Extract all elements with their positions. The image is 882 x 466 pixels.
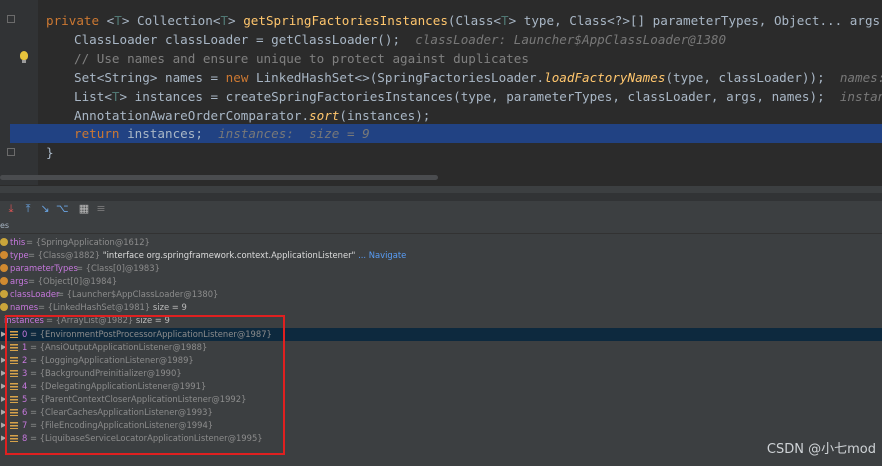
variable-row[interactable]: classLoader = {Launcher$AppClassLoader@1…: [0, 288, 882, 301]
code-line-3[interactable]: // Use names and ensure unique to protec…: [74, 49, 529, 68]
table-icon[interactable]: ▦: [78, 203, 90, 215]
list-item[interactable]: ▶ 3 = {BackgroundPreinitializer@1990}: [0, 367, 882, 380]
expand-arrow-icon[interactable]: ▶: [1, 393, 6, 406]
expand-arrow-icon[interactable]: ▶: [1, 432, 6, 445]
list-item[interactable]: ▶ 6 = {ClearCachesApplicationListener@19…: [0, 406, 882, 419]
code-editor[interactable]: private <T> Collection<T> getSpringFacto…: [0, 0, 882, 185]
field-icon: [10, 370, 18, 377]
variables-tab-label[interactable]: es: [0, 221, 882, 234]
debugger-toolbar: ⤓ ⤒ ↘ ⌥ ▦ ≡: [0, 201, 882, 219]
run-to-cursor-icon[interactable]: ↘: [39, 203, 51, 215]
expand-arrow-icon[interactable]: ▶: [1, 380, 6, 393]
variable-row[interactable]: parameterTypes = {Class[0]@1983}: [0, 262, 882, 275]
field-icon: [10, 409, 18, 416]
parameter-icon: [0, 264, 8, 272]
field-icon: [10, 396, 18, 403]
field-icon: [10, 331, 18, 338]
list-icon[interactable]: ≡: [95, 203, 107, 215]
navigate-link[interactable]: ... Navigate: [358, 250, 406, 260]
code-line-8[interactable]: }: [46, 143, 54, 162]
field-icon: [10, 383, 18, 390]
code-line-4[interactable]: Set<String> names = new LinkedHashSet<>(…: [74, 68, 882, 87]
inline-debug-hint: instances: [839, 89, 882, 104]
list-item[interactable]: ▶ 7 = {FileEncodingApplicationListener@1…: [0, 419, 882, 432]
field-icon: [10, 422, 18, 429]
list-item[interactable]: ▶ 0 = {EnvironmentPostProcessorApplicati…: [0, 328, 882, 341]
fold-end-icon[interactable]: [7, 148, 15, 156]
variable-row[interactable]: args = {Object[0]@1984}: [0, 275, 882, 288]
field-icon: [10, 357, 18, 364]
expand-arrow-icon[interactable]: ▶: [1, 354, 6, 367]
list-item[interactable]: ▶ 2 = {LoggingApplicationListener@1989}: [0, 354, 882, 367]
expand-arrow-icon[interactable]: ▶: [1, 406, 6, 419]
step-out-icon[interactable]: ⤓: [5, 203, 17, 215]
inline-debug-hint: classLoader: Launcher$AppClassLoader@138…: [415, 32, 727, 47]
expand-arrow-icon[interactable]: ▶: [1, 341, 6, 354]
field-icon: [10, 435, 18, 442]
inline-debug-hint: instances: size = 9: [218, 126, 370, 141]
list-item[interactable]: ▶ 5 = {ParentContextCloserApplicationLis…: [0, 393, 882, 406]
expand-arrow-icon[interactable]: ▶: [1, 419, 6, 432]
code-line-5[interactable]: List<T> instances = createSpringFactorie…: [74, 87, 882, 106]
expand-arrow-icon[interactable]: ▶: [1, 367, 6, 380]
list-item[interactable]: ▶ 8 = {LiquibaseServiceLocatorApplicatio…: [0, 432, 882, 445]
editor-gutter: [0, 0, 38, 185]
variable-icon: [0, 303, 8, 311]
inline-debug-hint: names: s: [839, 70, 882, 85]
panel-splitter[interactable]: [0, 193, 882, 201]
debugger-panel: ⤓ ⤒ ↘ ⌥ ▦ ≡ es this = {SpringApplication…: [0, 185, 882, 466]
expand-arrow-icon[interactable]: ▶: [1, 328, 6, 341]
field-icon: [10, 344, 18, 351]
parameter-icon: [0, 277, 8, 285]
code-line-1[interactable]: private <T> Collection<T> getSpringFacto…: [46, 11, 882, 30]
variable-row[interactable]: this = {SpringApplication@1612}: [0, 236, 882, 249]
horizontal-scrollbar[interactable]: [0, 175, 438, 180]
variable-icon: [0, 290, 8, 298]
lightbulb-icon[interactable]: [20, 51, 28, 63]
list-item[interactable]: ▶ 1 = {AnsiOutputApplicationListener@198…: [0, 341, 882, 354]
variable-row[interactable]: type = {Class@1882} "interface org.sprin…: [0, 249, 882, 262]
step-up-icon[interactable]: ⤒: [22, 203, 34, 215]
parameter-icon: [0, 251, 8, 259]
fold-icon[interactable]: [7, 15, 15, 23]
variable-icon: [0, 238, 8, 246]
watermark: CSDN @小七mod: [766, 442, 876, 457]
code-line-7-current[interactable]: return instances; instances: size = 9: [10, 124, 882, 143]
variable-row[interactable]: names = {LinkedHashSet@1981} size = 9: [0, 301, 882, 314]
evaluate-icon[interactable]: ⌥: [56, 203, 69, 215]
list-item[interactable]: ▶ 4 = {DelegatingApplicationListener@199…: [0, 380, 882, 393]
code-line-2[interactable]: ClassLoader classLoader = getClassLoader…: [74, 30, 726, 49]
code-line-6[interactable]: AnnotationAwareOrderComparator.sort(inst…: [74, 106, 430, 125]
variable-row-expanded[interactable]: instances = {ArrayList@1982} size = 9: [0, 314, 882, 327]
